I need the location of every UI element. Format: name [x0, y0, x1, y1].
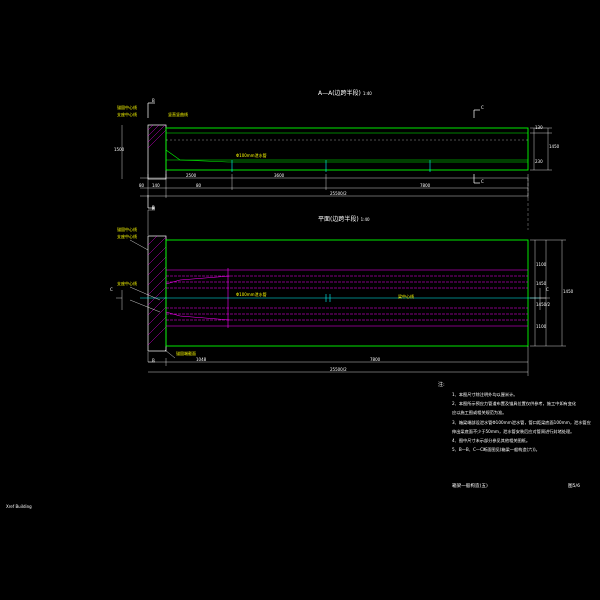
plan-section-c-top: C: [110, 287, 113, 292]
section-cut-marks: [147, 102, 480, 209]
plan-title: 平面(边跨半段) 1:40: [318, 216, 370, 223]
plan-abutment: [147, 235, 167, 352]
anchor-centerline-note: 锚固中心线: [117, 105, 137, 110]
plan-abutment-hatch: [147, 235, 167, 346]
plan-dim-total: 25500/2: [330, 367, 347, 372]
elevation-view: [121, 102, 552, 230]
plan-bottom-label: 锚固端截面: [176, 351, 196, 356]
bearing-centerline-note: 支座中心线: [117, 112, 137, 117]
section-c-bottom-label: C: [481, 179, 484, 184]
abutment-hatch: [147, 124, 167, 149]
plan-dim-1048: 1048: [196, 357, 207, 362]
elevation-title: A—A(边跨半段) 1:40: [318, 90, 372, 97]
plan-pipe-label: Φ100mm泄水管: [236, 292, 267, 297]
plan-anchor-note: 锚固中心线: [117, 227, 137, 232]
plan-dim-vert-half: 1450/2: [536, 302, 551, 307]
girder-outline: [165, 127, 529, 171]
plan-section-c-bottom: C: [546, 287, 549, 292]
dim-vert-1450: 1450: [549, 144, 560, 149]
plan-dim-vert-1100: 1100: [536, 262, 547, 267]
dim-2500: 2500: [186, 173, 197, 178]
plan-dim-7800: 7800: [370, 357, 381, 362]
elevation-dimensions: [121, 125, 552, 198]
drawing-title: 箱梁一般构造(五): [452, 484, 488, 489]
dim-left-80b: 80: [196, 183, 202, 188]
xref-watermark: Xref Building: [6, 504, 32, 509]
plan-dim-vert-1100b: 1100: [536, 324, 547, 329]
cad-drawing: [116, 102, 566, 376]
note-item: 伸出梁底面不少于50mm，泄水管安装后应对管周进行封堵处理。: [452, 428, 575, 434]
sheet-number: 图5/6: [568, 484, 580, 489]
notes-heading: 注:: [438, 382, 445, 388]
dim-7800: 7800: [420, 183, 431, 188]
plan-center-label: 梁中心线: [398, 294, 414, 299]
dim-3600: 3600: [274, 173, 285, 178]
end-label: 竖直竖曲线: [168, 112, 188, 117]
note-item: 2、本图所示预应力管道布置及锚具位置仅供参考，施工中如有变化: [452, 401, 577, 407]
plan-section-b-top: B: [152, 206, 155, 211]
plan-dim-vert-1450: 1450: [536, 281, 547, 286]
drain-pipe-label: Φ100mm泄水管: [236, 153, 267, 158]
plan-bearing-note: 支座中心线: [117, 234, 137, 239]
dim-vert-1500: 1500: [114, 147, 125, 152]
dim-total-a: 25500/2: [330, 191, 347, 196]
note-item: 3、箱梁端部设泄水管Φ100mm泄水管，管口距梁底面100mm，泄水管应: [452, 419, 591, 425]
plan-bearing-note-2: 支座中心线: [117, 281, 137, 286]
plan-dim-vert-total: 1450: [563, 289, 574, 294]
section-c-top-label: C: [481, 105, 484, 110]
note-item: 应以施工图或相关规范为准。: [452, 410, 507, 416]
dim-left-80: 80: [139, 183, 145, 188]
note-item: 4、图中尺寸未示部分参见其他相关图纸。: [452, 438, 531, 443]
plan-section-b-bottom: B: [152, 358, 155, 363]
section-b-top-label: B: [152, 98, 155, 103]
dim-vert-130: 130: [535, 125, 543, 130]
dim-vert-230: 230: [535, 159, 543, 164]
note-item: 5、B—B、C—C断面图见(箱梁一般构造(六))。: [452, 447, 540, 453]
dim-left-140: 140: [152, 183, 160, 188]
plan-girder-outline: [165, 239, 529, 347]
note-item: 1、本图尺寸除注明外均以厘米计。: [452, 392, 518, 397]
